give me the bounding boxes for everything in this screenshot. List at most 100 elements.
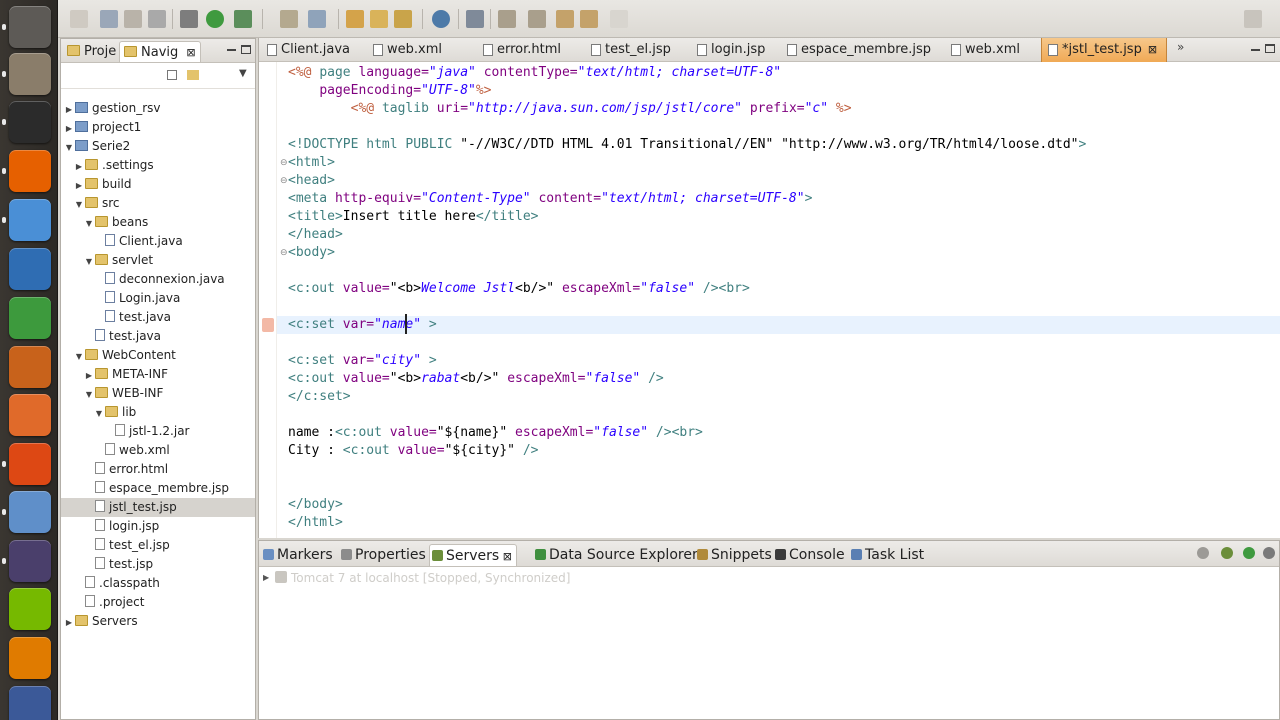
- expanded-arrow-icon[interactable]: ▼: [83, 385, 95, 404]
- last-edit-icon[interactable]: [556, 10, 574, 28]
- code-line[interactable]: <head>: [288, 172, 335, 190]
- fold-icon[interactable]: ⊖: [280, 248, 288, 258]
- bottom-tab[interactable]: Snippets: [695, 544, 772, 566]
- files-icon[interactable]: [9, 53, 51, 95]
- editor-tab[interactable]: espace_membre.jsp: [781, 38, 943, 62]
- bottom-tab[interactable]: Data Source Explorer: [533, 544, 698, 566]
- bottom-tab[interactable]: Servers ⊠: [429, 544, 517, 566]
- tab-overflow-icon[interactable]: »: [1177, 40, 1184, 54]
- tree-item[interactable]: ▼ WEB-INF: [61, 384, 255, 403]
- collapsed-arrow-icon[interactable]: ▶: [83, 366, 95, 385]
- pin-editor-icon[interactable]: [466, 10, 484, 28]
- debug-icon[interactable]: [180, 10, 198, 28]
- bottom-tab[interactable]: Console: [773, 544, 845, 566]
- virtualbox-icon[interactable]: [9, 491, 51, 533]
- expanded-arrow-icon[interactable]: ▼: [73, 347, 85, 366]
- vlc-icon[interactable]: [9, 637, 51, 679]
- expanded-arrow-icon[interactable]: ▼: [83, 214, 95, 233]
- collapsed-arrow-icon[interactable]: ▶: [63, 100, 75, 119]
- code-line[interactable]: <c:set var="name" >: [288, 316, 437, 334]
- collapsed-arrow-icon[interactable]: ▶: [63, 613, 75, 632]
- tree-item[interactable]: Login.java: [61, 289, 255, 308]
- tree-item[interactable]: ▼ lib: [61, 403, 255, 422]
- expanded-arrow-icon[interactable]: ▼: [83, 252, 95, 271]
- expand-arrow-icon[interactable]: ▶: [263, 573, 269, 582]
- close-icon[interactable]: ⊠: [1148, 43, 1157, 56]
- code-line[interactable]: pageEncoding="UTF-8"%>: [288, 82, 491, 100]
- terminal-icon[interactable]: [9, 101, 51, 143]
- tree-item[interactable]: ▼ Serie2: [61, 137, 255, 156]
- software-center-icon[interactable]: [9, 394, 51, 436]
- forward-icon[interactable]: [610, 10, 628, 28]
- tree-item[interactable]: ▼ src: [61, 194, 255, 213]
- tree-item[interactable]: Client.java: [61, 232, 255, 251]
- next-annotation-icon[interactable]: [498, 10, 516, 28]
- run-icon[interactable]: [206, 10, 224, 28]
- code-line[interactable]: </head>: [288, 226, 343, 244]
- external-tools-icon[interactable]: [234, 10, 252, 28]
- code-line[interactable]: <c:set var="city" >: [288, 352, 437, 370]
- save-all-icon[interactable]: [124, 10, 142, 28]
- bottom-tab[interactable]: Properties: [339, 544, 426, 566]
- dash-icon[interactable]: [9, 6, 51, 48]
- collapse-all-icon[interactable]: [167, 70, 177, 80]
- tree-item[interactable]: ▼ beans: [61, 213, 255, 232]
- close-icon[interactable]: ⊠: [186, 46, 195, 59]
- minimize-icon[interactable]: [1251, 49, 1260, 51]
- eclipse-icon[interactable]: [9, 540, 51, 582]
- save-icon[interactable]: [100, 10, 118, 28]
- tree-item[interactable]: ▶ build: [61, 175, 255, 194]
- print-icon[interactable]: [148, 10, 166, 28]
- code-line[interactable]: <c:out value="<b>rabat<b/>" escapeXml="f…: [288, 370, 664, 388]
- tree-item[interactable]: test_el.jsp: [61, 536, 255, 555]
- collapsed-arrow-icon[interactable]: ▶: [73, 176, 85, 195]
- back-icon[interactable]: [580, 10, 598, 28]
- editor-tab[interactable]: login.jsp: [691, 38, 779, 62]
- bottom-tab[interactable]: Markers: [261, 544, 333, 566]
- tree-item[interactable]: login.jsp: [61, 517, 255, 536]
- open-type-icon[interactable]: [346, 10, 364, 28]
- maximize-icon[interactable]: [1265, 44, 1275, 53]
- code-line[interactable]: <title>Insert title here</title>: [288, 208, 538, 226]
- minimize-icon[interactable]: [227, 49, 236, 51]
- expanded-arrow-icon[interactable]: ▼: [63, 138, 75, 157]
- chrome-icon[interactable]: [9, 199, 51, 241]
- tree-item[interactable]: espace_membre.jsp: [61, 479, 255, 498]
- tree-item[interactable]: jstl-1.2.jar: [61, 422, 255, 441]
- calc-icon[interactable]: [9, 297, 51, 339]
- open-task-icon[interactable]: [370, 10, 388, 28]
- close-icon[interactable]: ⊠: [499, 550, 512, 563]
- warning-marker-icon[interactable]: [262, 318, 274, 332]
- facebook-icon[interactable]: [9, 686, 51, 720]
- code-line[interactable]: </body>: [288, 496, 343, 514]
- view-menu-icon[interactable]: ▼: [239, 68, 247, 79]
- tree-item[interactable]: ▶ .settings: [61, 156, 255, 175]
- new-project-icon[interactable]: [308, 10, 326, 28]
- new-server-icon[interactable]: [280, 10, 298, 28]
- tree-item[interactable]: web.xml: [61, 441, 255, 460]
- editor-tab[interactable]: Client.java: [261, 38, 365, 62]
- search-icon[interactable]: [394, 10, 412, 28]
- code-line[interactable]: <html>: [288, 154, 335, 172]
- tree-item[interactable]: ▶ META-INF: [61, 365, 255, 384]
- firefox-icon[interactable]: [9, 150, 51, 192]
- tree-item[interactable]: ▶ Servers: [61, 612, 255, 631]
- code-line[interactable]: <body>: [288, 244, 335, 262]
- start-server-icon[interactable]: [1243, 547, 1255, 559]
- globe-icon[interactable]: [432, 10, 450, 28]
- editor-tab[interactable]: web.xml: [367, 38, 475, 62]
- tab-navigator[interactable]: Navig ⊠: [119, 41, 201, 62]
- collapse-icon[interactable]: [1197, 547, 1209, 559]
- code-line[interactable]: <!DOCTYPE html PUBLIC "-//W3C//DTD HTML …: [288, 136, 1086, 154]
- code-line[interactable]: </c:set>: [288, 388, 351, 406]
- impress-icon[interactable]: [9, 346, 51, 388]
- fold-icon[interactable]: ⊖: [280, 176, 288, 186]
- tree-item[interactable]: error.html: [61, 460, 255, 479]
- tree-item[interactable]: test.jsp: [61, 555, 255, 574]
- tab-project-explorer[interactable]: Proje: [63, 41, 120, 62]
- expanded-arrow-icon[interactable]: ▼: [93, 404, 105, 423]
- profile-server-icon[interactable]: [1263, 547, 1275, 559]
- tree-item[interactable]: .classpath: [61, 574, 255, 593]
- editor-tab[interactable]: *jstl_test.jsp ⊠: [1041, 38, 1167, 62]
- collapsed-arrow-icon[interactable]: ▶: [73, 157, 85, 176]
